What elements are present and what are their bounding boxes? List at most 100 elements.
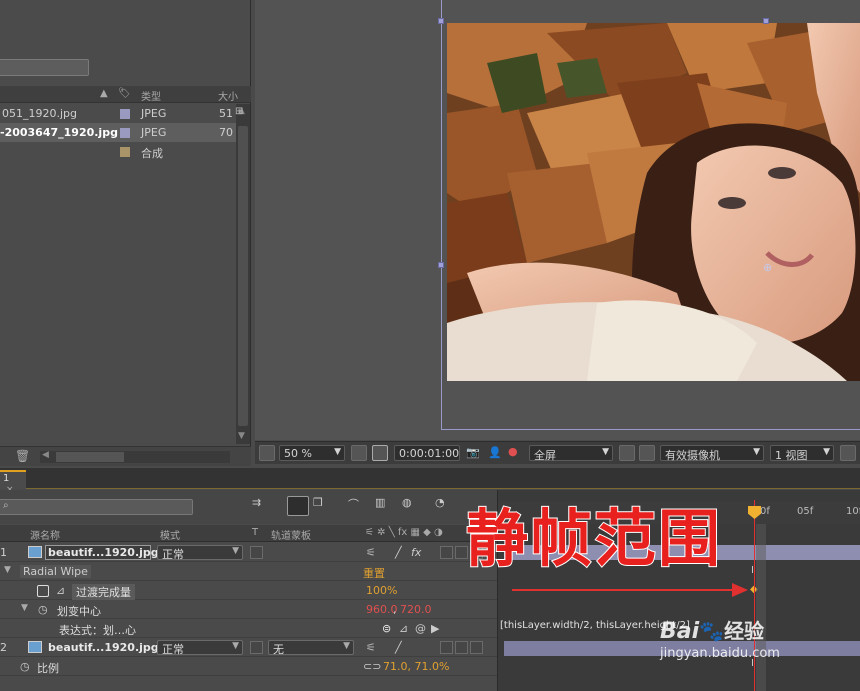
transform-handle[interactable] xyxy=(438,18,444,24)
expression-language-menu-icon[interactable]: ▶ xyxy=(431,622,439,635)
shy-switch-icon[interactable]: ⚟ xyxy=(366,546,376,559)
expression-row[interactable]: 表达式：划…心 ⊜ ⊿ @ ▶ xyxy=(0,619,497,638)
menu-icon[interactable] xyxy=(840,445,856,461)
live-update-icon[interactable] xyxy=(287,496,309,516)
hide-shy-layers-icon[interactable]: ⌒ xyxy=(348,496,370,516)
watermark-url: jingyan.baidu.com xyxy=(660,646,780,661)
layer-name-box[interactable]: beautif...1920.jpg xyxy=(45,545,159,560)
scroll-down-icon[interactable]: ▼ xyxy=(238,431,245,441)
expression-graph-icon[interactable]: ⊿ xyxy=(399,622,408,635)
anchor-point-icon[interactable]: ⊕ xyxy=(763,261,772,274)
motion-blur-switch[interactable] xyxy=(455,641,468,654)
project-item-size: 51 xyxy=(219,107,233,120)
motion-blur-icon[interactable]: ◍ xyxy=(402,496,424,516)
column-size[interactable]: 大小 xyxy=(218,88,238,103)
resolution-dropdown[interactable]: 全屏 ▼ xyxy=(529,445,613,462)
layer-photo[interactable] xyxy=(447,23,860,381)
property-value[interactable]: 100% xyxy=(366,584,397,597)
scroll-left-icon[interactable]: ◀ xyxy=(42,450,49,460)
draft-3d-icon[interactable]: ❒ xyxy=(313,496,335,516)
flowchart-icon[interactable]: ⊞ xyxy=(235,106,249,120)
composition-viewer[interactable]: ⊕ xyxy=(255,0,860,440)
property-row-scale[interactable]: ◷ 比例 ⊂⊃ 71.0, 71.0% xyxy=(0,657,497,676)
image-thumbnail-icon xyxy=(28,546,42,558)
preserve-transparency-checkbox[interactable] xyxy=(250,641,263,654)
preserve-transparency-checkbox[interactable] xyxy=(250,546,263,559)
project-item-size: 70 xyxy=(219,126,233,139)
expression-pickwhip-icon[interactable]: @ xyxy=(415,622,426,635)
effect-reset-link[interactable]: 重置 xyxy=(363,565,385,581)
timeline-tab[interactable]: 1 × xyxy=(0,470,26,495)
hscroll-thumb[interactable] xyxy=(56,452,124,462)
region-of-interest-icon[interactable] xyxy=(259,445,275,461)
stopwatch-icon[interactable] xyxy=(37,585,49,597)
current-time-indicator[interactable] xyxy=(754,500,755,691)
column-track-matte[interactable]: 轨道蒙板 xyxy=(271,527,311,542)
property-value-y[interactable]: 720.0 xyxy=(400,603,432,616)
quality-switch-icon[interactable]: ╱ xyxy=(395,546,402,559)
project-column-header: ▲ 🏷 类型 大小 xyxy=(0,86,251,103)
portrait-photo-image xyxy=(447,23,860,381)
column-t[interactable]: T xyxy=(252,527,258,538)
expand-arrow-icon[interactable]: ▼ xyxy=(21,603,28,613)
safe-zones-icon[interactable] xyxy=(372,445,388,461)
camera-dropdown[interactable]: 有效摄像机 ▼ xyxy=(660,445,764,462)
column-type[interactable]: 类型 xyxy=(141,88,161,103)
color-channels-icon[interactable]: ● xyxy=(508,445,518,458)
fast-previews-icon[interactable] xyxy=(619,445,635,461)
blend-mode-value: 正常 xyxy=(162,548,184,561)
label-color-swatch[interactable] xyxy=(120,109,130,119)
adjustment-switch[interactable] xyxy=(470,641,483,654)
scroll-thumb[interactable] xyxy=(238,126,248,426)
project-item[interactable]: 051_1920.jpg JPEG 51 xyxy=(0,104,236,123)
blend-mode-dropdown[interactable]: 正常 ▼ xyxy=(157,640,243,656)
zoom-dropdown[interactable]: 50 % ▼ xyxy=(279,445,345,461)
graph-editor-icon[interactable]: ◔ xyxy=(435,496,457,516)
quality-switch-icon[interactable]: ╱ xyxy=(395,641,402,654)
transform-handle[interactable] xyxy=(438,262,444,268)
constrain-proportions-icon[interactable]: ⊂⊃ xyxy=(363,660,381,673)
property-value[interactable]: 71.0, 71.0% xyxy=(383,660,449,673)
project-item[interactable]: -2003647_1920.jpg JPEG 70 xyxy=(0,123,236,142)
layer-row[interactable]: 2 beautif...1920.jpg 正常 ▼ 无 ▼ ⚟ ╱ xyxy=(0,638,497,657)
effect-row[interactable]: ▼ Radial Wipe 重置 xyxy=(0,562,497,581)
ruler-tick-label: 0f xyxy=(760,506,770,517)
transform-handle[interactable] xyxy=(763,18,769,24)
frame-blend-switch[interactable] xyxy=(440,641,453,654)
views-dropdown[interactable]: 1 视图 ▼ xyxy=(770,445,834,462)
project-search-input[interactable] xyxy=(0,59,89,76)
project-hscroll[interactable]: ◀ xyxy=(40,450,230,463)
graph-icon[interactable]: ⊿ xyxy=(56,584,65,597)
project-item[interactable]: 合成 xyxy=(0,142,236,161)
stopwatch-icon[interactable]: ◷ xyxy=(20,660,30,673)
frame-blend-switch[interactable] xyxy=(440,546,453,559)
project-scrollbar[interactable]: ▲ ▼ xyxy=(236,104,250,444)
expand-arrow-icon[interactable]: ▼ xyxy=(4,565,11,575)
shy-switch-icon[interactable]: ⚟ xyxy=(366,641,376,654)
effect-name[interactable]: Radial Wipe xyxy=(20,565,91,578)
label-color-swatch[interactable] xyxy=(120,128,130,138)
layer-row[interactable]: 1 beautif...1920.jpg 正常 ▼ ⚟ ╱ fx xyxy=(0,543,497,562)
column-source-name[interactable]: 源名称 xyxy=(30,527,60,542)
label-tag-icon[interactable]: 🏷 xyxy=(118,88,131,99)
layer-name[interactable]: beautif...1920.jpg xyxy=(48,641,159,654)
effect-switch-icon[interactable]: fx xyxy=(411,546,421,559)
current-time-display[interactable]: 0:00:01:00 xyxy=(394,445,460,461)
column-mode[interactable]: 模式 xyxy=(160,527,180,542)
sort-arrow-icon[interactable]: ▲ xyxy=(100,88,108,99)
label-color-swatch[interactable] xyxy=(120,147,130,157)
blend-mode-dropdown[interactable]: 正常 ▼ xyxy=(157,545,243,561)
stopwatch-icon[interactable]: ◷ xyxy=(38,603,48,616)
show-snapshot-icon[interactable]: 👤 xyxy=(488,446,502,459)
layer-search-input[interactable]: ⌕ xyxy=(0,499,193,515)
comp-mini-flowchart-icon[interactable]: ⇉ xyxy=(252,496,274,516)
transparency-grid-icon[interactable] xyxy=(639,445,655,461)
expression-enable-icon[interactable]: ⊜ xyxy=(382,622,391,635)
frame-blending-icon[interactable]: ▥ xyxy=(375,496,397,516)
camera-snapshot-icon[interactable]: 📷 xyxy=(466,446,480,459)
trash-icon[interactable]: 🗑 xyxy=(15,449,30,463)
resolution-grid-icon[interactable] xyxy=(351,445,367,461)
property-row-wipe-center[interactable]: ▼ ◷ 划变中心 960.0 , 720.0 xyxy=(0,600,497,619)
property-row-transition-completion[interactable]: ⊿ 过渡完成量 100% xyxy=(0,581,497,600)
track-matte-dropdown[interactable]: 无 ▼ xyxy=(268,640,354,656)
